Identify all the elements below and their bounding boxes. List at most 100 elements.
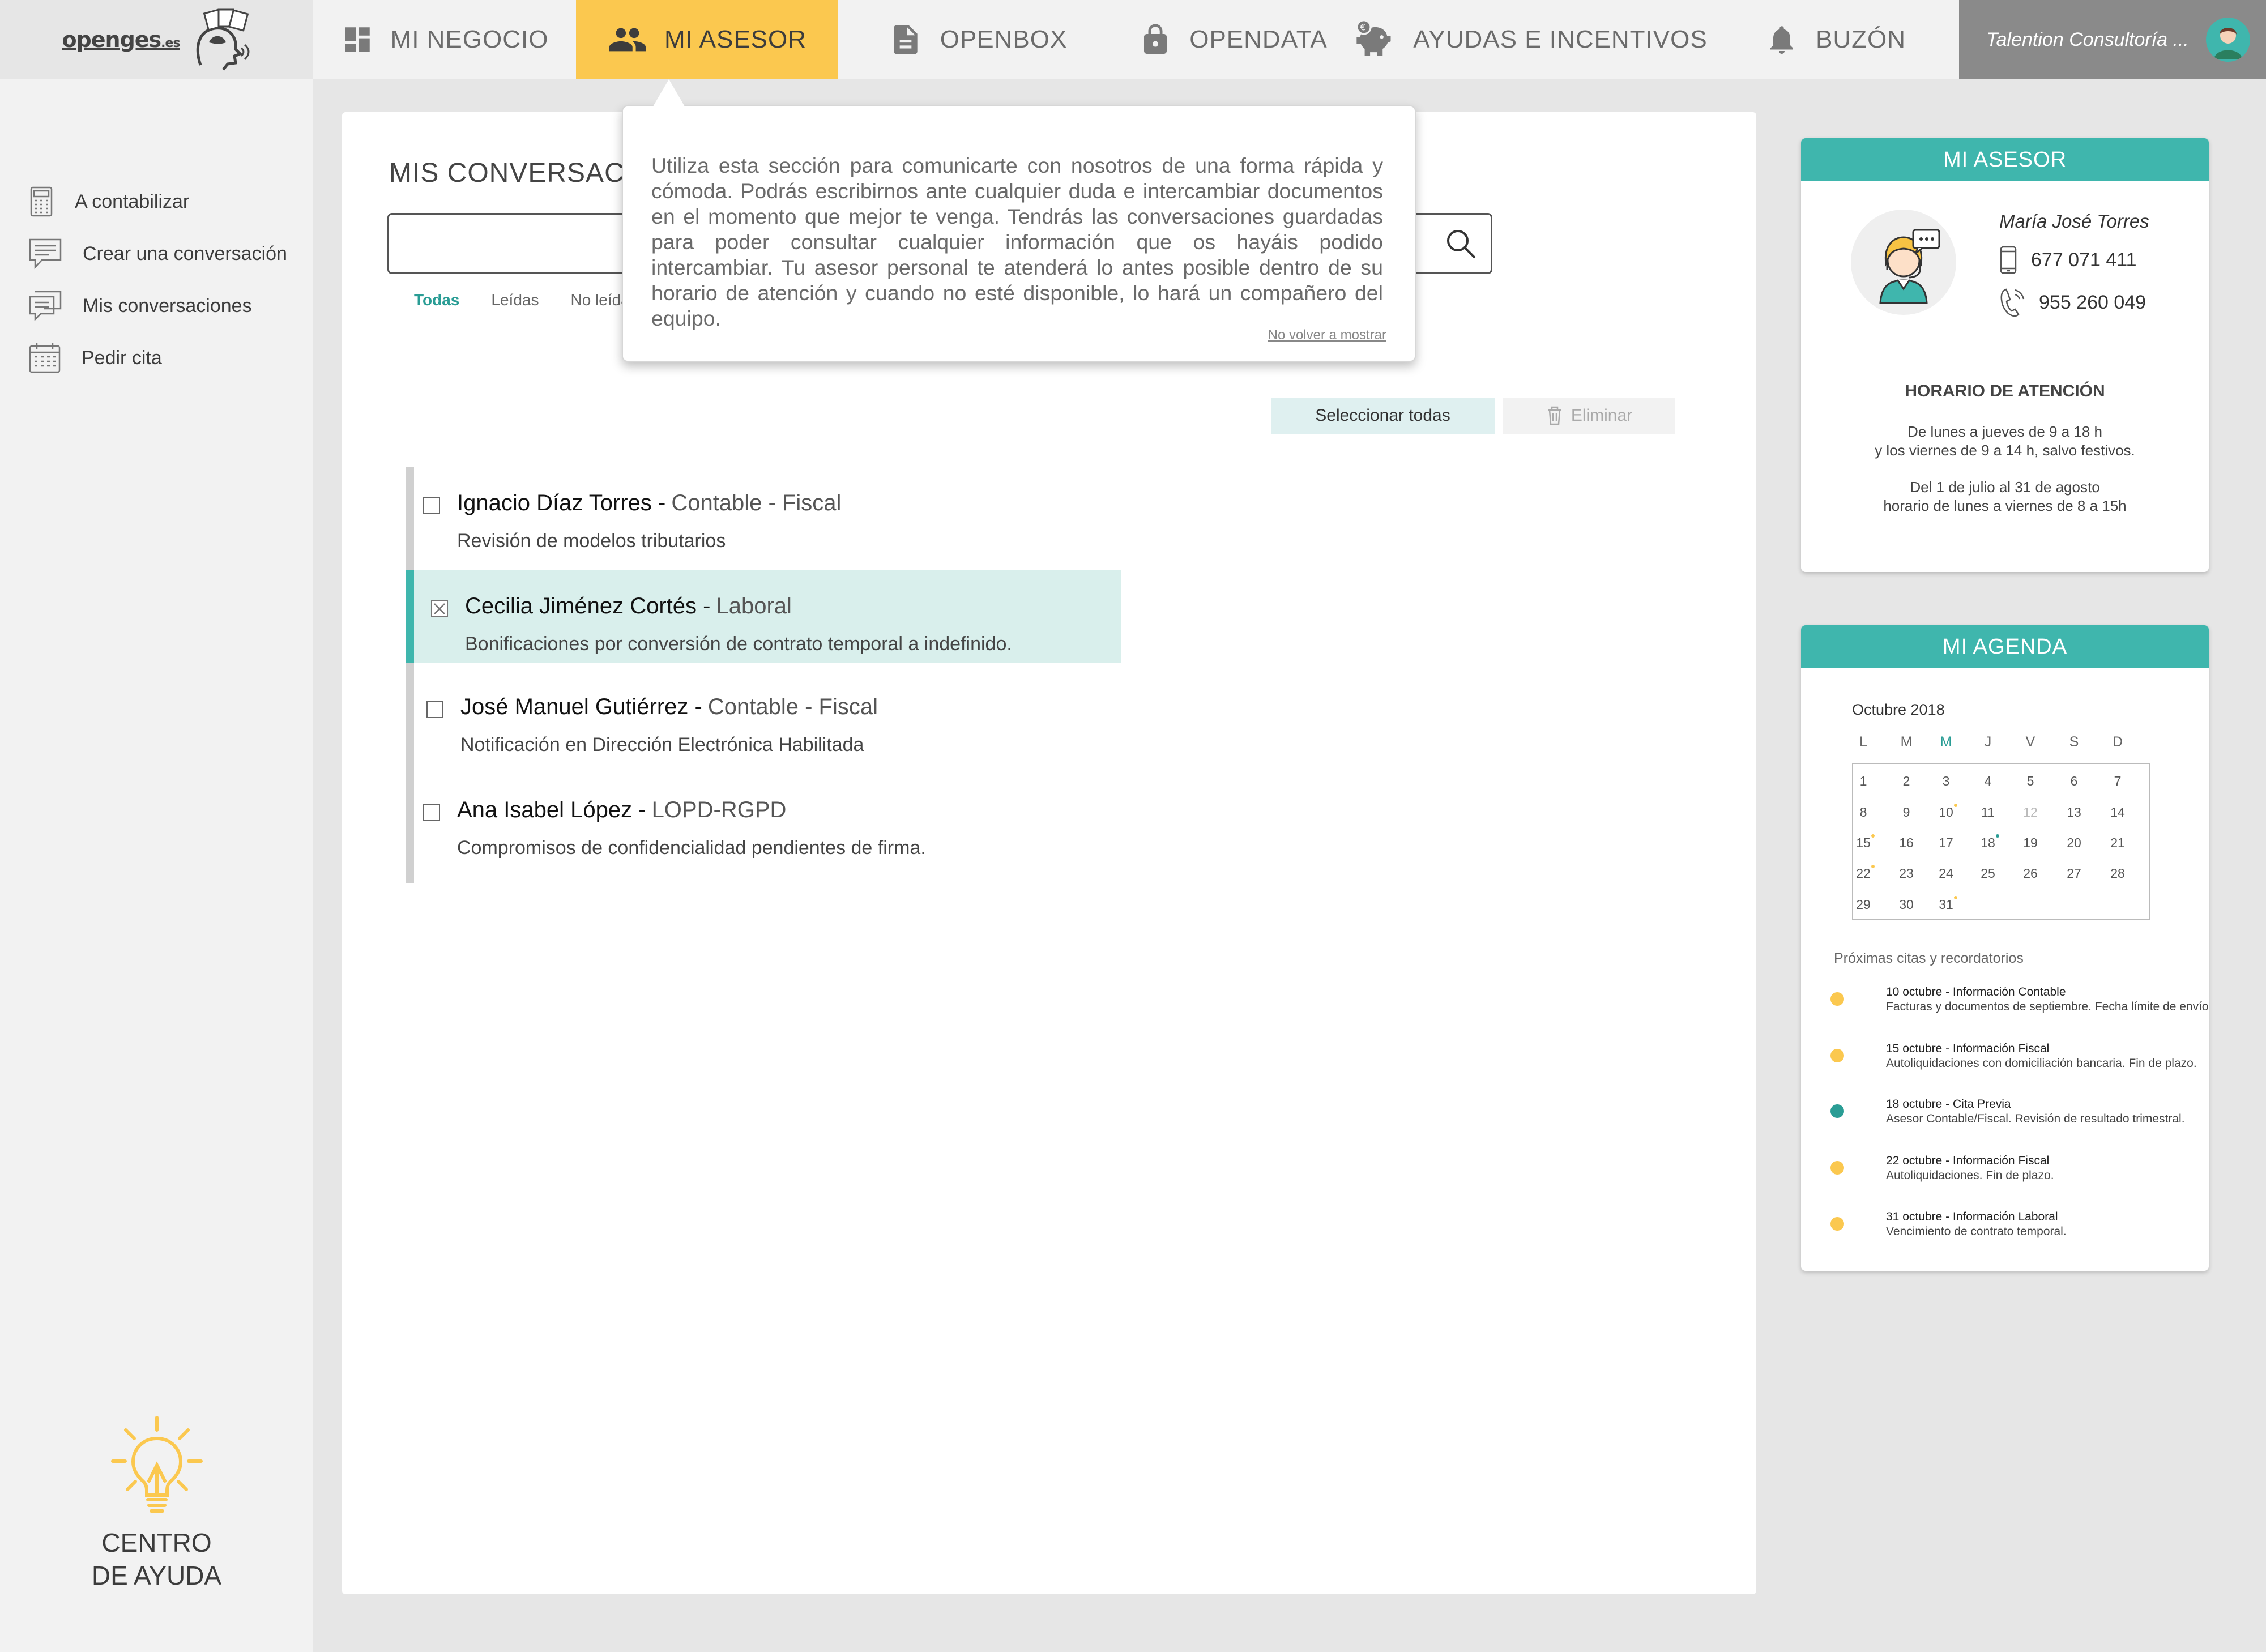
- conversation-checkbox[interactable]: [431, 600, 448, 617]
- conversation-item[interactable]: José Manuel Gutiérrez - Contable - Fiscal…: [406, 671, 1121, 763]
- conversation-list: Ignacio Díaz Torres - Contable - Fiscal R…: [406, 467, 1121, 883]
- conversation-checkbox[interactable]: [426, 701, 443, 718]
- select-all-button[interactable]: Seleccionar todas: [1271, 398, 1495, 434]
- mobile-number: 677 071 411: [2031, 249, 2137, 271]
- people-icon: [609, 28, 646, 52]
- filter-todas[interactable]: Todas: [414, 291, 459, 309]
- nav-mi-asesor[interactable]: MI ASESOR: [576, 0, 838, 79]
- user-menu[interactable]: Talention Consultoría ...: [1959, 0, 2266, 79]
- nav-buzon[interactable]: BUZÓN: [1712, 0, 1959, 79]
- conversation-item[interactable]: Ana Isabel López - LOPD-RGPD Compromisos …: [406, 774, 1121, 866]
- calendar-day[interactable]: 17: [1935, 835, 1957, 851]
- lightbulb-icon: [110, 1416, 203, 1513]
- advisor-card: MI ASESOR María José Torres 677 071 411 …: [1801, 138, 2209, 572]
- calendar-day[interactable]: 30: [1895, 897, 1918, 912]
- logo[interactable]: openges.es: [0, 0, 313, 79]
- advisor-name: María José Torres: [1999, 211, 2149, 232]
- agenda-card-header: MI AGENDA: [1801, 625, 2209, 668]
- calendar-day[interactable]: 25: [1977, 866, 1999, 881]
- calendar-day[interactable]: 14: [2106, 805, 2129, 820]
- calendar-day[interactable]: 24: [1935, 866, 1957, 881]
- calendar-day[interactable]: 12: [2019, 805, 2042, 820]
- sidebar-item-pedir-cita[interactable]: Pedir cita: [28, 342, 162, 374]
- sidebar-item-a-contabilizar[interactable]: A contabilizar: [28, 186, 189, 217]
- weekday-label: M: [1940, 734, 1952, 750]
- calendar-day[interactable]: 29: [1852, 897, 1875, 912]
- search-icon[interactable]: [1444, 227, 1478, 261]
- conversation-item[interactable]: Cecilia Jiménez Cortés - Laboral Bonifica…: [406, 570, 1121, 663]
- lock-icon: [1144, 24, 1167, 54]
- document-icon: [894, 25, 918, 54]
- bell-icon: [1770, 26, 1793, 54]
- advisor-phone[interactable]: 955 260 049: [1999, 288, 2146, 317]
- calendar-day[interactable]: 26: [2019, 866, 2042, 881]
- conversation-item[interactable]: Ignacio Díaz Torres - Contable - Fiscal R…: [406, 467, 1121, 560]
- chat-new-icon: [29, 238, 62, 270]
- piggy-bank-icon: €: [1356, 19, 1391, 56]
- hours-title: HORARIO DE ATENCIÓN: [1905, 382, 2105, 400]
- calendar-day[interactable]: 3: [1935, 774, 1957, 789]
- calendar-day[interactable]: 2: [1895, 774, 1918, 789]
- tooltip-text: Utiliza esta sección para comunicarte co…: [651, 153, 1383, 330]
- advisor-mobile[interactable]: 677 071 411: [1999, 246, 2137, 274]
- calendar-day[interactable]: 9: [1895, 805, 1918, 820]
- conversation-checkbox[interactable]: [423, 497, 440, 514]
- conversation-header: Ana Isabel López - LOPD-RGPD: [457, 797, 787, 822]
- delete-button[interactable]: Eliminar: [1503, 398, 1675, 434]
- help-tooltip: Utiliza esta sección para comunicarte co…: [622, 105, 1416, 362]
- event-dot: [1830, 992, 1844, 1006]
- dismiss-tooltip-link[interactable]: No volver a mostrar: [1268, 327, 1386, 343]
- calculator-icon: [30, 186, 53, 217]
- calendar-day[interactable]: 1: [1852, 774, 1875, 789]
- calendar-day[interactable]: 7: [2106, 774, 2129, 789]
- event-dot: [1830, 1049, 1844, 1062]
- event-dot: [1830, 1104, 1844, 1118]
- calendar-day[interactable]: 18: [1977, 834, 1999, 851]
- calendar-day[interactable]: 20: [2063, 835, 2085, 851]
- event-description: Autoliquidaciones con domiciliación banc…: [1886, 1057, 2197, 1070]
- dashboard-icon: [344, 27, 370, 52]
- phone-number: 955 260 049: [2039, 291, 2146, 313]
- calendar-day[interactable]: 16: [1895, 835, 1918, 851]
- nav-openbox[interactable]: OPENBOX: [838, 0, 1117, 79]
- help-title: CENTRO DE AYUDA: [91, 1528, 222, 1590]
- tooltip-arrow: [653, 79, 685, 106]
- filter-leidas[interactable]: Leídas: [491, 291, 539, 309]
- calendar-day[interactable]: 11: [1977, 805, 1999, 820]
- help-center[interactable]: CENTRO DE AYUDA: [0, 1413, 313, 1592]
- sidebar-item-mis-conversaciones[interactable]: Mis conversaciones: [28, 290, 252, 322]
- calendar-day[interactable]: 23: [1895, 866, 1918, 881]
- nav-opendata[interactable]: OPENDATA: [1117, 0, 1349, 79]
- nav-ayudas-incentivos[interactable]: € AYUDAS E INCENTIVOS: [1349, 0, 1712, 79]
- headset-agent-icon: [1879, 229, 1940, 304]
- logo-face-icon: [196, 8, 250, 71]
- calendar-day[interactable]: 6: [2063, 774, 2085, 789]
- calendar-day[interactable]: 22: [1852, 865, 1875, 881]
- calendar-day[interactable]: 13: [2063, 805, 2085, 820]
- calendar-day[interactable]: 10: [1935, 804, 1957, 820]
- nav-mi-negocio[interactable]: MI NEGOCIO: [313, 0, 576, 79]
- summer-hours-text: Del 1 de julio al 31 de agosto horario d…: [1883, 479, 2127, 514]
- top-navigation: openges.es MI NEGOCIO MI ASESOR OPENBOX …: [0, 0, 2266, 79]
- telephone-icon: [2000, 288, 2025, 317]
- calendar-day[interactable]: 19: [2019, 835, 2042, 851]
- calendar-day[interactable]: 31: [1935, 896, 1957, 912]
- avatar[interactable]: [2205, 18, 2250, 62]
- sidebar-item-crear-conversacion[interactable]: Crear una conversación: [28, 238, 287, 270]
- agenda-card: MI AGENDA Octubre 2018 Próximas citas y …: [1801, 625, 2209, 1271]
- sidebar-item-label: Mis conversaciones: [83, 294, 252, 317]
- event-description: Asesor Contable/Fiscal. Revisión de resu…: [1886, 1112, 2185, 1125]
- calendar-day[interactable]: 21: [2106, 835, 2129, 851]
- calendar-day[interactable]: 8: [1852, 805, 1875, 820]
- delete-label: Eliminar: [1571, 406, 1633, 425]
- calendar-day[interactable]: 27: [2063, 866, 2085, 881]
- calendar-day[interactable]: 15: [1852, 834, 1875, 851]
- event-dot: [1830, 1217, 1844, 1231]
- conversation-checkbox[interactable]: [423, 804, 440, 821]
- calendar-day[interactable]: 28: [2106, 866, 2129, 881]
- nav-label: AYUDAS E INCENTIVOS: [1413, 25, 1708, 53]
- calendar-day[interactable]: 4: [1977, 774, 1999, 789]
- calendar-day[interactable]: 5: [2019, 774, 2042, 789]
- chat-list-icon: [29, 291, 62, 322]
- conversation-header: Cecilia Jiménez Cortés - Laboral: [465, 594, 792, 618]
